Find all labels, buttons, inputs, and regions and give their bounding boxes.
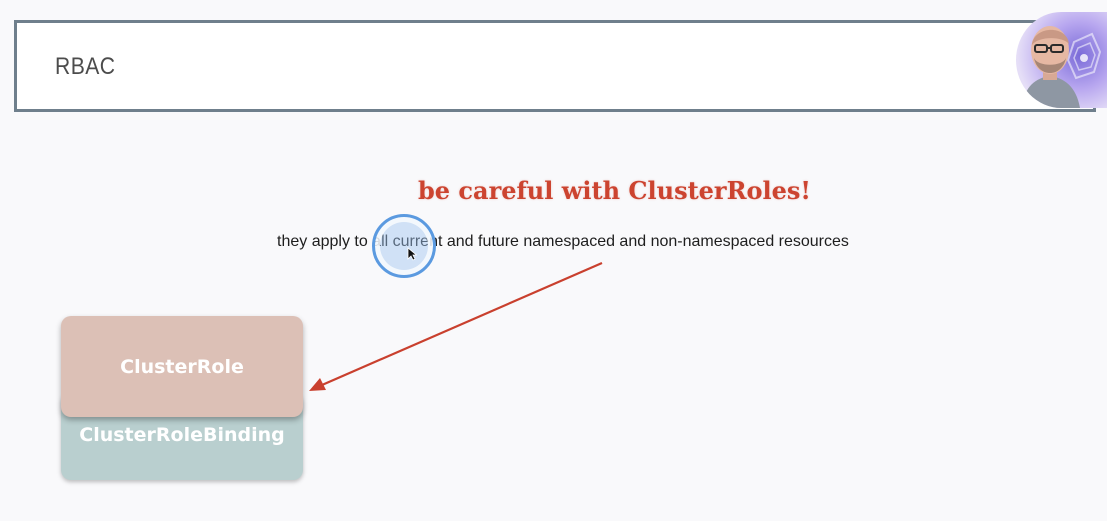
slide-header: RBAC [14,20,1096,112]
clusterrole-warning: be careful with ClusterRoles! [418,176,811,205]
presenter-webcam [1016,12,1107,108]
slide-title: RBAC [55,53,116,80]
clusterrole-box: ClusterRole [61,316,303,417]
warning-explanation: they apply to all current and future nam… [277,233,849,250]
clusterrolebinding-label: ClusterRoleBinding [79,424,285,446]
slide-stage: RBAC be careful with ClusterRoles! they … [0,0,1107,521]
clusterrole-label: ClusterRole [120,356,244,378]
click-indicator-icon [372,214,436,278]
presenter-avatar-icon [1022,26,1102,108]
mouse-pointer-icon [407,247,417,261]
